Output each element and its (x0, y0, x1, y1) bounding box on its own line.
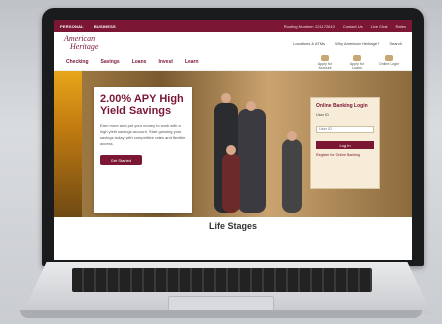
quick-actions: Apply for Account Apply for Loans Online… (314, 54, 400, 70)
hero-cta-button[interactable]: Get Started (100, 155, 142, 165)
lock-icon (385, 54, 393, 61)
topbar-live-chat[interactable]: Live Chat (371, 24, 388, 29)
site-header: American Heritage Locations & ATMs Why A… (54, 32, 412, 54)
header-link-locations[interactable]: Locations & ATMs (293, 41, 325, 46)
nav-item-invest[interactable]: Invest (158, 59, 172, 65)
topbar-tab-personal[interactable]: PERSONAL (60, 24, 84, 29)
family-person (222, 153, 240, 213)
topbar: PERSONAL BUSINESS Routing Number: 221172… (54, 20, 412, 32)
register-link[interactable]: Register for Online Banking (316, 153, 374, 157)
header-link-why[interactable]: Why American Heritage? (335, 41, 379, 46)
quick-action-apply-loans[interactable]: Apply for Loans (346, 54, 368, 70)
family-person (238, 109, 266, 213)
money-icon (353, 54, 361, 61)
family-head (246, 101, 256, 111)
topbar-tab-business[interactable]: BUSINESS (94, 24, 116, 29)
hero-family-image (204, 83, 314, 215)
topbar-rates[interactable]: Rates (396, 24, 406, 29)
logo-line2: Heritage (70, 42, 99, 51)
life-stages-section: Life Stages (54, 217, 412, 235)
hero-promo-card: 2.00% APY High Yield Savings Earn more a… (94, 87, 192, 213)
nav-item-savings[interactable]: Savings (101, 59, 120, 65)
document-icon (321, 54, 329, 61)
hero-banner: 2.00% APY High Yield Savings Earn more a… (54, 71, 412, 217)
hero-tree-left (54, 71, 82, 217)
header-links: Locations & ATMs Why American Heritage? … (293, 41, 402, 46)
quick-action-online-login[interactable]: Online Login (378, 54, 400, 70)
laptop-base-lip (20, 310, 422, 318)
hero-title: 2.00% APY High Yield Savings (100, 93, 184, 117)
family-head (221, 93, 231, 103)
nav-item-checking[interactable]: Checking (66, 59, 89, 65)
nav-item-loans[interactable]: Loans (132, 59, 147, 65)
login-username-input[interactable] (316, 126, 374, 133)
nav-item-learn[interactable]: Learn (185, 59, 199, 65)
login-button[interactable]: Log In (316, 141, 374, 149)
quick-action-label: Online Login (378, 61, 400, 66)
topbar-right: Routing Number: 221172610 Contact Us Liv… (284, 24, 406, 29)
section-title: Life Stages (208, 221, 257, 231)
family-person (282, 139, 302, 213)
laptop-screen: PERSONAL BUSINESS Routing Number: 221172… (54, 20, 412, 260)
online-banking-login-panel: Online Banking Login User ID Log In Regi… (310, 97, 380, 189)
site-logo[interactable]: American Heritage (64, 35, 124, 51)
login-title: Online Banking Login (316, 103, 368, 109)
quick-action-apply-account[interactable]: Apply for Account (314, 54, 336, 70)
laptop: PERSONAL BUSINESS Routing Number: 221172… (0, 0, 442, 324)
keyboard (72, 268, 372, 292)
family-head (287, 131, 297, 141)
quick-action-label: Apply for Account (317, 61, 333, 70)
header-link-search[interactable]: Search (389, 41, 402, 46)
hero-body: Earn more and put your money to work wit… (100, 123, 186, 146)
topbar-contact-us[interactable]: Contact Us (343, 24, 363, 29)
topbar-routing-number: Routing Number: 221172610 (283, 23, 335, 29)
quick-action-label: Apply for Loans (349, 61, 365, 70)
laptop-lid: PERSONAL BUSINESS Routing Number: 221172… (42, 8, 424, 266)
login-username-label: User ID (316, 113, 329, 117)
family-head (226, 145, 236, 155)
main-nav: Checking Savings Loans Invest Learn Appl… (54, 54, 412, 71)
